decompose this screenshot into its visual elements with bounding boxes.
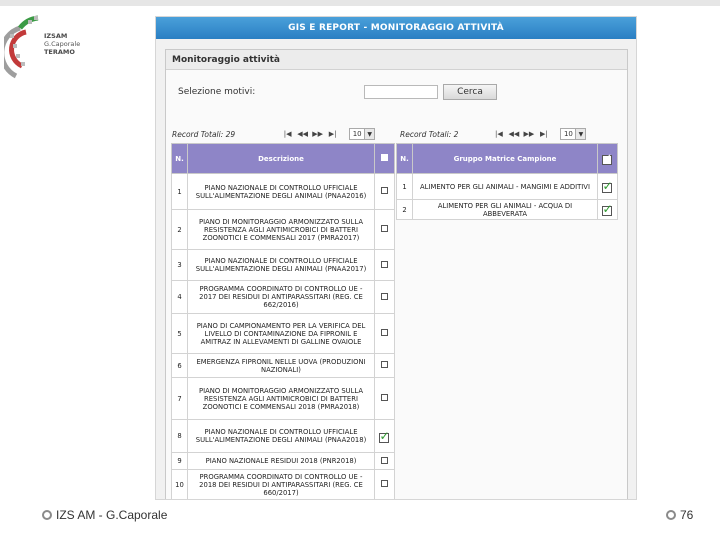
next-page-icon[interactable]: ▶▶ xyxy=(522,129,535,139)
right-record-total: Record Totali: 2 xyxy=(400,129,459,139)
checkbox-icon[interactable] xyxy=(374,313,395,354)
matrix-groups-table: N. Gruppo Matrice Campione ✓ 1 ALIMENTO P… xyxy=(396,143,618,220)
table-row[interactable]: 3 PIANO NAZIONALE DI CONTROLLO UFFICIALE … xyxy=(171,249,395,281)
prev-page-icon[interactable]: ◀◀ xyxy=(296,129,309,139)
section-title: Monitoraggio attività xyxy=(166,50,627,70)
row-description: PIANO NAZIONALE DI CONTROLLO UFFICIALE S… xyxy=(187,249,375,281)
select-all-checkbox[interactable]: ✓ xyxy=(597,143,618,174)
slide-page-number: 76 xyxy=(666,508,693,522)
row-description: PROGRAMMA COORDINATO DI CONTROLLO UE - 2… xyxy=(187,280,375,314)
search-button[interactable]: Cerca xyxy=(443,84,497,100)
checkbox-icon[interactable] xyxy=(374,173,395,210)
table-row[interactable]: 4 PROGRAMMA COORDINATO DI CONTROLLO UE - … xyxy=(171,280,395,314)
table-header-row: N. Gruppo Matrice Campione ✓ xyxy=(396,143,618,174)
next-page-icon[interactable]: ▶▶ xyxy=(311,129,324,139)
table-row[interactable]: 1 PIANO NAZIONALE DI CONTROLLO UFFICIALE … xyxy=(171,173,395,210)
logo-line1: IZSAM xyxy=(44,32,68,40)
table-row[interactable]: 10 PROGRAMMA COORDINATO DI CONTROLLO UE -… xyxy=(171,469,395,499)
col-header-desc: Gruppo Matrice Campione xyxy=(412,143,598,174)
left-pager: Record Totali: 29 |◀ ◀◀ ▶▶ ▶| 10 ▼ xyxy=(172,128,376,140)
row-number: 2 xyxy=(396,199,413,220)
app-screenshot: GIS E REPORT - MONITORAGGIO ATTIVITÀ Mon… xyxy=(155,16,637,500)
checkbox-icon[interactable] xyxy=(374,280,395,314)
row-description: PIANO NAZIONALE RESIDUI 2018 (PNR2018) xyxy=(187,452,375,470)
select-all-checkbox[interactable] xyxy=(374,143,395,174)
slide-footer: IZS AM - G.Caporale xyxy=(42,508,167,522)
row-description: PIANO DI MONITORAGGIO ARMONIZZATO SULLA … xyxy=(187,209,375,250)
col-header-num: N. xyxy=(171,143,188,174)
izsam-logo: IZSAM G.Caporale TERAMO xyxy=(0,6,96,82)
row-number: 1 xyxy=(171,173,188,210)
filter-label: Selezione motivi: xyxy=(178,87,256,97)
table-row[interactable]: 6 EMERGENZA FIPRONIL NELLE UOVA (PRODUZIO… xyxy=(171,353,395,378)
row-description: PIANO DI CAMPIONAMENTO PER LA VERIFICA D… xyxy=(187,313,375,354)
prev-page-icon[interactable]: ◀◀ xyxy=(507,129,520,139)
checkbox-icon[interactable] xyxy=(374,209,395,250)
filter-input[interactable] xyxy=(364,85,438,99)
checked-checkbox-icon[interactable]: ✓ xyxy=(374,419,395,453)
row-number: 1 xyxy=(396,173,413,200)
first-page-icon[interactable]: |◀ xyxy=(492,129,505,139)
row-description: EMERGENZA FIPRONIL NELLE UOVA (PRODUZION… xyxy=(187,353,375,378)
app-title: GIS E REPORT - MONITORAGGIO ATTIVITÀ xyxy=(156,17,636,39)
row-number: 8 xyxy=(171,419,188,453)
slide-top-rule xyxy=(0,0,720,6)
row-description: PIANO NAZIONALE DI CONTROLLO UFFICIALE S… xyxy=(187,173,375,210)
bullet-ring-icon xyxy=(42,510,52,520)
last-page-icon[interactable]: ▶| xyxy=(537,129,550,139)
checked-checkbox-icon[interactable]: ✓ xyxy=(597,173,618,200)
activities-table: N. Descrizione 1 PIANO NAZIONALE DI CONTR… xyxy=(171,143,395,499)
row-number: 10 xyxy=(171,469,188,499)
row-number: 3 xyxy=(171,249,188,281)
logo-line3: TERAMO xyxy=(44,48,75,56)
row-description: ALIMENTO PER GLI ANIMALI - ACQUA DI ABBE… xyxy=(412,199,598,220)
table-row[interactable]: 2 ALIMENTO PER GLI ANIMALI - ACQUA DI ABB… xyxy=(396,199,618,220)
chevron-down-icon[interactable]: ▼ xyxy=(365,128,376,140)
chevron-down-icon[interactable]: ▼ xyxy=(576,128,587,140)
left-page-size-value: 10 xyxy=(349,128,366,140)
checkbox-icon[interactable] xyxy=(374,353,395,378)
left-pager-nav: |◀ ◀◀ ▶▶ ▶| xyxy=(281,129,339,139)
row-description: ALIMENTO PER GLI ANIMALI - MANGIMI E ADD… xyxy=(412,173,598,200)
footer-author: IZS AM - G.Caporale xyxy=(56,508,168,522)
table-row[interactable]: 8 PIANO NAZIONALE DI CONTROLLO UFFICIALE … xyxy=(171,419,395,453)
checkbox-icon[interactable] xyxy=(374,377,395,420)
row-number: 5 xyxy=(171,313,188,354)
first-page-icon[interactable]: |◀ xyxy=(281,129,294,139)
row-description: PIANO NAZIONALE DI CONTROLLO UFFICIALE S… xyxy=(187,419,375,453)
row-number: 4 xyxy=(171,280,188,314)
table-row[interactable]: 7 PIANO DI MONITORAGGIO ARMONIZZATO SULLA… xyxy=(171,377,395,420)
row-number: 9 xyxy=(171,452,188,470)
logo-line2: G.Caporale xyxy=(44,40,81,48)
table-header-row: N. Descrizione xyxy=(171,143,395,174)
table-row[interactable]: 2 PIANO DI MONITORAGGIO ARMONIZZATO SULLA… xyxy=(171,209,395,250)
checked-checkbox-icon[interactable]: ✓ xyxy=(597,199,618,220)
row-number: 6 xyxy=(171,353,188,378)
last-page-icon[interactable]: ▶| xyxy=(326,129,339,139)
row-number: 7 xyxy=(171,377,188,420)
col-header-num: N. xyxy=(396,143,413,174)
right-pager-nav: |◀ ◀◀ ▶▶ ▶| xyxy=(492,129,550,139)
page-number: 76 xyxy=(680,508,694,522)
col-header-desc: Descrizione xyxy=(187,143,375,174)
table-row[interactable]: 9 PIANO NAZIONALE RESIDUI 2018 (PNR2018) xyxy=(171,452,395,470)
row-description: PIANO DI MONITORAGGIO ARMONIZZATO SULLA … xyxy=(187,377,375,420)
filter-row: Selezione motivi: Cerca xyxy=(178,84,497,100)
right-pager: Record Totali: 2 |◀ ◀◀ ▶▶ ▶| 10 ▼ xyxy=(400,128,587,140)
left-page-size-select[interactable]: 10 ▼ xyxy=(349,128,376,140)
checkbox-icon[interactable] xyxy=(374,452,395,470)
logo-text: IZSAM G.Caporale TERAMO xyxy=(44,32,104,56)
table-row[interactable]: 5 PIANO DI CAMPIONAMENTO PER LA VERIFICA … xyxy=(171,313,395,354)
row-number: 2 xyxy=(171,209,188,250)
row-description: PROGRAMMA COORDINATO DI CONTROLLO UE - 2… xyxy=(187,469,375,499)
right-page-size-select[interactable]: 10 ▼ xyxy=(560,128,587,140)
table-row[interactable]: 1 ALIMENTO PER GLI ANIMALI - MANGIMI E AD… xyxy=(396,173,618,200)
checkbox-icon[interactable] xyxy=(374,249,395,281)
left-record-total: Record Totali: 29 xyxy=(172,129,236,139)
checkbox-icon[interactable] xyxy=(374,469,395,499)
monitoring-box: Monitoraggio attività Selezione motivi: … xyxy=(165,49,628,499)
right-page-size-value: 10 xyxy=(560,128,577,140)
bullet-ring-icon xyxy=(666,510,676,520)
